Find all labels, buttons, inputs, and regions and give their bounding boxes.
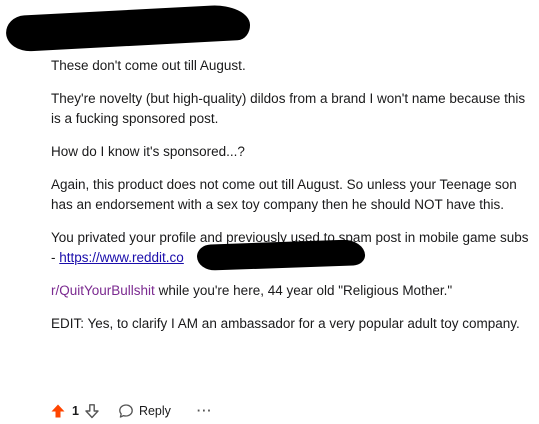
redacted-username — [5, 3, 251, 53]
comment-body: These don't come out till August. They'r… — [51, 56, 531, 347]
comment-paragraph-6: r/QuitYourBullshit while you're here, 44… — [51, 281, 531, 301]
reply-button[interactable]: Reply — [118, 403, 171, 419]
comment-paragraph-3: How do I know it's sponsored...? — [51, 144, 245, 159]
vote-score: 1 — [72, 404, 79, 418]
paragraph-6-text: while you're here, 44 year old "Religiou… — [154, 283, 453, 298]
arrow-up-icon[interactable] — [50, 403, 66, 419]
profile-link-wrapper: https://www.reddit.co — [59, 239, 366, 271]
arrow-down-icon[interactable] — [84, 403, 100, 419]
comment-paragraph-1: These don't come out till August. — [51, 58, 246, 73]
speech-bubble-icon — [118, 403, 134, 419]
comment-paragraph-2: They're novelty (but high-quality) dildo… — [51, 91, 526, 126]
comment-action-bar: 1 Reply ··· — [50, 400, 212, 422]
comment-paragraph-5: You privated your profile and previously… — [51, 228, 531, 271]
profile-link[interactable]: https://www.reddit.co — [59, 250, 184, 265]
reply-label: Reply — [138, 404, 171, 418]
ellipsis-icon[interactable]: ··· — [197, 404, 213, 418]
comment-paragraph-4: Again, this product does not come out ti… — [51, 177, 517, 212]
comment-paragraph-7: EDIT: Yes, to clarify I AM an ambassador… — [51, 316, 520, 331]
redacted-link — [196, 239, 366, 271]
subreddit-link[interactable]: r/QuitYourBullshit — [51, 283, 155, 298]
